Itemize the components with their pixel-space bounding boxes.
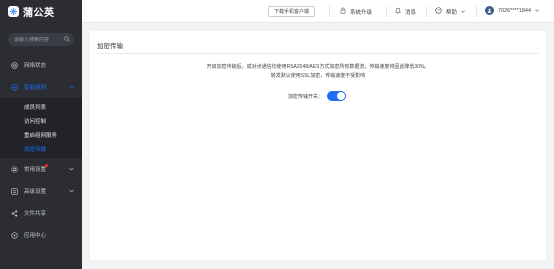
sidebar-item-label: 网络状态 <box>24 63 47 69</box>
sidebar-item-label: 文件共享 <box>24 211 47 217</box>
sliders-icon <box>10 187 18 195</box>
sidebar-item-smart-networking[interactable]: 智能组网 <box>0 76 82 98</box>
divider <box>426 6 427 17</box>
svg-text:?: ? <box>437 8 440 13</box>
system-upgrade-label: 系统升级 <box>350 9 373 16</box>
chevron-down-icon <box>535 8 539 14</box>
chevron-down-icon <box>69 167 74 173</box>
download-app-button[interactable]: 下载手机客户端 <box>268 6 316 17</box>
description-line-2: 转发默认使用SSL加密，传输速度不受影响 <box>270 73 366 79</box>
sidebar-item-label: 高级设置 <box>24 189 47 195</box>
system-upgrade-button[interactable]: 系统升级 <box>340 7 372 16</box>
link-icon <box>10 83 18 91</box>
network-icon <box>10 61 18 69</box>
messages-button[interactable]: 消息 <box>394 7 417 16</box>
encryption-toggle-row: 加密传输开关： <box>288 91 347 101</box>
sidebar-subitem-encrypted-transfer[interactable]: 加密传输 <box>0 142 82 156</box>
sidebar-item-label: 常用设置 <box>24 167 47 173</box>
gear-icon <box>10 165 18 173</box>
sidebar-submenu: 成员列表 访问控制 重启组网服务 加密传输 <box>0 98 82 158</box>
help-button[interactable]: ? 帮助 <box>435 7 465 16</box>
search-input[interactable] <box>14 36 64 43</box>
chevron-down-icon <box>69 189 74 195</box>
divider <box>329 6 330 17</box>
share-icon <box>10 209 18 217</box>
sidebar-item-app-center[interactable]: 应用中心 <box>0 224 82 246</box>
bell-icon <box>394 7 402 16</box>
divider <box>97 53 539 54</box>
sidebar-item-label: 智能组网 <box>24 85 47 91</box>
lock-icon <box>340 7 346 16</box>
sidebar-subitem-members[interactable]: 成员列表 <box>0 100 82 114</box>
help-label: 帮助 <box>446 9 458 16</box>
search-icon[interactable] <box>64 35 70 44</box>
toggle-knob <box>337 92 346 100</box>
sidebar-item-file-share[interactable]: 文件共享 <box>0 202 82 224</box>
divider <box>476 6 477 17</box>
sidebar-item-advanced-settings[interactable]: 高级设置 <box>0 180 82 202</box>
brand-logo[interactable]: 蒲公英 <box>0 0 82 23</box>
user-menu[interactable]: 7026****1844 <box>485 6 539 15</box>
sidebar-search <box>8 33 74 46</box>
brand-name: 蒲公英 <box>23 8 55 19</box>
encryption-toggle-switch[interactable] <box>327 91 347 101</box>
page-title: 加密传输 <box>97 43 123 50</box>
apps-icon <box>10 231 18 239</box>
chevron-up-icon <box>69 85 74 91</box>
sidebar-item-label: 应用中心 <box>24 233 47 239</box>
description-line-1: 开启加密传输后，成对点通信均使用RSA2048/AES方式加密所有数据流，传输速… <box>206 64 430 70</box>
sidebar-item-common-settings[interactable]: 常用设置 <box>0 158 82 180</box>
encryption-toggle-label: 加密传输开关： <box>288 93 324 100</box>
messages-label: 消息 <box>405 9 417 16</box>
top-bar: 下载手机客户端 系统升级 消息 ? 帮助 7026****1844 <box>82 0 554 23</box>
notification-dot <box>45 164 48 167</box>
user-account-label: 7026****1844 <box>498 7 532 14</box>
dandelion-logo-icon <box>8 6 19 17</box>
sidebar: 蒲公英 网络状态 智能组网 成员列表 访问控制 重启组网服务 加密传输 常用设置 <box>0 0 82 269</box>
avatar <box>485 6 494 15</box>
divider <box>386 6 387 17</box>
sidebar-item-network-status[interactable]: 网络状态 <box>0 54 82 76</box>
chevron-down-icon <box>461 9 465 15</box>
content-panel: 加密传输 开启加密传输后，成对点通信均使用RSA2048/AES方式加密所有数据… <box>90 31 546 260</box>
help-icon: ? <box>435 7 442 16</box>
sidebar-subitem-access-control[interactable]: 访问控制 <box>0 114 82 128</box>
sidebar-subitem-restart-service[interactable]: 重启组网服务 <box>0 128 82 142</box>
